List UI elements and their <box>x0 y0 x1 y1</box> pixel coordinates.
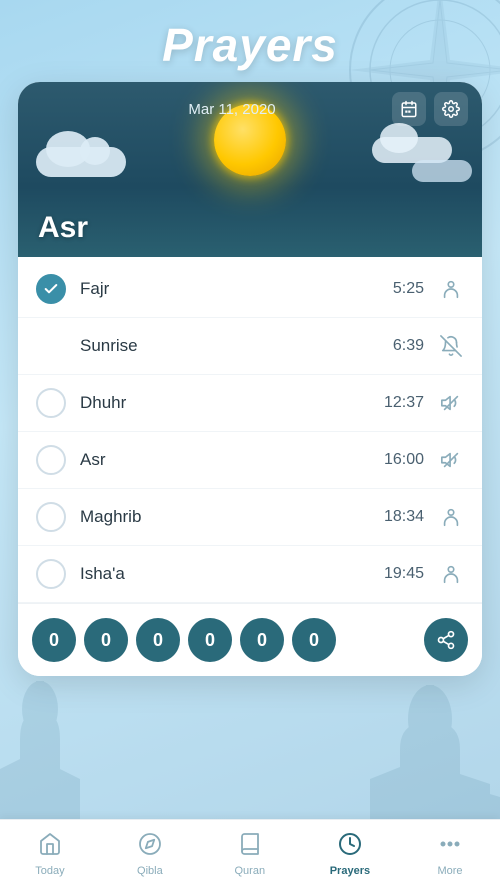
bell-muted-icon <box>440 335 462 357</box>
counter-5[interactable]: 0 <box>240 618 284 662</box>
settings-icon <box>442 100 460 118</box>
nav-prayers[interactable]: Prayers <box>320 826 380 883</box>
share-button[interactable] <box>424 618 468 662</box>
fajr-sound-button[interactable] <box>438 276 464 302</box>
fajr-time: 5:25 <box>380 280 424 298</box>
maghrib-sound-button[interactable] <box>438 504 464 530</box>
prayer-row: Dhuhr 12:37 <box>18 375 482 432</box>
nav-today[interactable]: Today <box>20 826 80 883</box>
prayer-row: Sunrise 6:39 <box>18 318 482 375</box>
prayer-row: Asr 16:00 <box>18 432 482 489</box>
cloud-1 <box>36 147 126 177</box>
calendar-button[interactable] <box>392 92 426 126</box>
adhan-icon-3 <box>440 563 462 585</box>
prayer-row: Maghrib 18:34 <box>18 489 482 546</box>
volume-low-icon-2 <box>440 449 462 471</box>
counter-6-value: 0 <box>309 630 319 651</box>
calendar-icon <box>400 100 418 118</box>
counter-3[interactable]: 0 <box>136 618 180 662</box>
adhan-icon <box>440 278 462 300</box>
nav-more[interactable]: More <box>420 826 480 883</box>
nav-more-label: More <box>437 865 462 877</box>
volume-low-icon <box>440 392 462 414</box>
counter-3-value: 0 <box>153 630 163 651</box>
compass-icon <box>138 832 162 862</box>
main-card: Mar 11, 2020 Asr <box>18 82 482 676</box>
page-title: Prayers <box>0 0 500 72</box>
adhan-icon-2 <box>440 506 462 528</box>
asr-checkbox[interactable] <box>36 445 66 475</box>
counter-row: 0 0 0 0 0 0 <box>18 603 482 676</box>
counter-1[interactable]: 0 <box>32 618 76 662</box>
counter-2-value: 0 <box>101 630 111 651</box>
dhuhr-checkbox[interactable] <box>36 388 66 418</box>
more-icon <box>438 832 462 862</box>
card-header-top: Mar 11, 2020 <box>18 82 482 126</box>
prayer-row: Fajr 5:25 <box>18 261 482 318</box>
counter-1-value: 0 <box>49 630 59 651</box>
maghrib-time: 18:34 <box>380 508 424 526</box>
cloud-3 <box>412 160 472 182</box>
fajr-checkbox[interactable] <box>36 274 66 304</box>
sunrise-time: 6:39 <box>380 337 424 355</box>
asr-sound-button[interactable] <box>438 447 464 473</box>
isha-sound-button[interactable] <box>438 561 464 587</box>
nav-quran[interactable]: Quran <box>220 826 280 883</box>
isha-checkbox[interactable] <box>36 559 66 589</box>
asr-name: Asr <box>80 450 380 470</box>
dhuhr-name: Dhuhr <box>80 393 380 413</box>
date-label: Mar 11, 2020 <box>72 101 392 118</box>
check-icon <box>43 281 59 297</box>
settings-button[interactable] <box>434 92 468 126</box>
maghrib-name: Maghrib <box>80 507 380 527</box>
isha-time: 19:45 <box>380 565 424 583</box>
counter-4-value: 0 <box>205 630 215 651</box>
counter-4[interactable]: 0 <box>188 618 232 662</box>
nav-qibla-label: Qibla <box>137 865 163 877</box>
share-icon <box>436 630 456 650</box>
current-prayer-label: Asr <box>38 211 88 245</box>
prayer-row: Isha'a 19:45 <box>18 546 482 603</box>
home-icon <box>38 832 62 862</box>
prayer-list: Fajr 5:25 Sunrise 6:39 <box>18 257 482 676</box>
fajr-name: Fajr <box>80 279 380 299</box>
isha-name: Isha'a <box>80 564 380 584</box>
counter-5-value: 0 <box>257 630 267 651</box>
counter-6[interactable]: 0 <box>292 618 336 662</box>
dhuhr-time: 12:37 <box>380 394 424 412</box>
nav-prayers-label: Prayers <box>330 865 370 877</box>
clock-icon <box>338 832 362 862</box>
sunrise-sound-button[interactable] <box>438 333 464 359</box>
sunrise-name: Sunrise <box>80 336 380 356</box>
bottom-nav: Today Qibla Quran Prayers <box>0 819 500 889</box>
card-header: Mar 11, 2020 Asr <box>18 82 482 257</box>
nav-qibla[interactable]: Qibla <box>120 826 180 883</box>
book-icon <box>238 832 262 862</box>
header-icons <box>392 92 468 126</box>
dhuhr-sound-button[interactable] <box>438 390 464 416</box>
asr-time: 16:00 <box>380 451 424 469</box>
maghrib-checkbox[interactable] <box>36 502 66 532</box>
nav-today-label: Today <box>35 865 64 877</box>
nav-quran-label: Quran <box>235 865 266 877</box>
counter-2[interactable]: 0 <box>84 618 128 662</box>
